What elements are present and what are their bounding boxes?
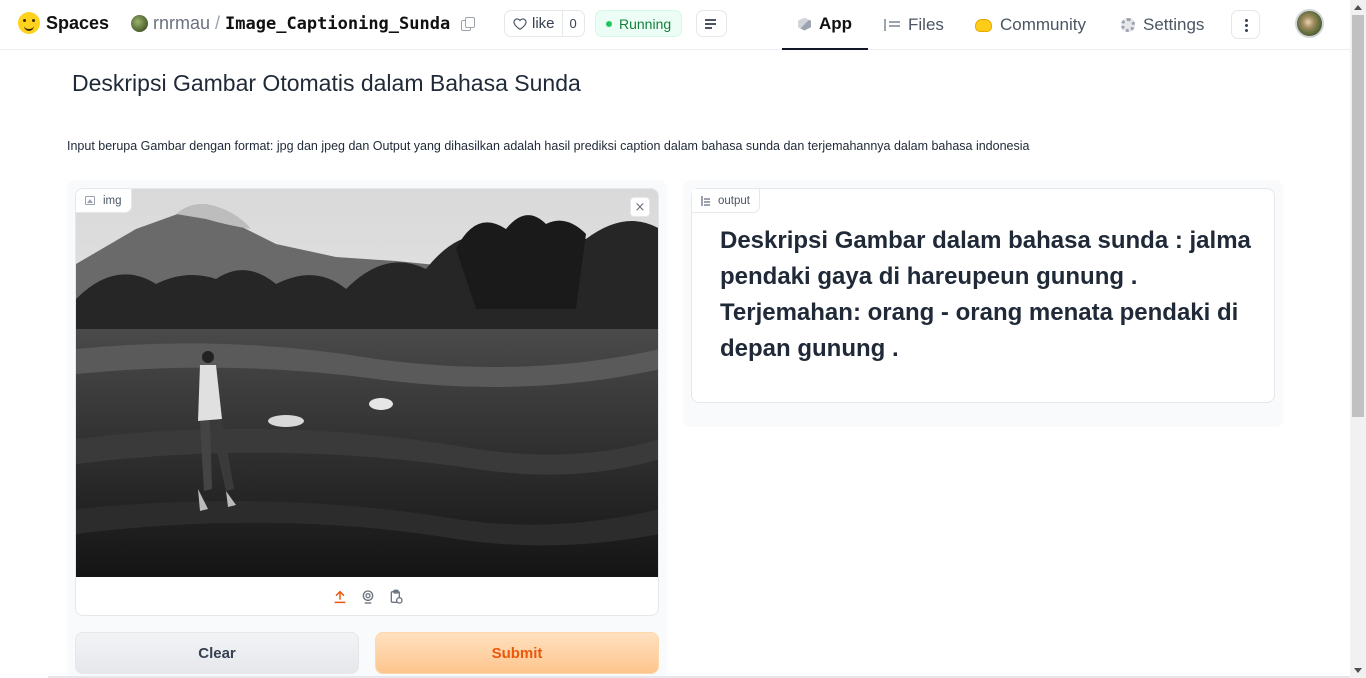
webcam-icon[interactable] <box>360 589 376 605</box>
cube-icon <box>797 17 811 31</box>
image-icon <box>85 196 95 205</box>
gear-icon <box>1121 18 1135 32</box>
status-dot-icon <box>606 20 612 27</box>
image-input[interactable]: img × <box>75 188 659 616</box>
status-text: Running <box>619 15 672 32</box>
repo-name-link[interactable]: Image_Captioning_Sunda <box>225 14 450 34</box>
tab-community-label: Community <box>1000 15 1086 34</box>
owner-avatar <box>131 15 148 32</box>
user-avatar[interactable] <box>1295 9 1324 38</box>
page-description: Input berupa Gambar dengan format: jpg d… <box>67 139 1030 153</box>
more-options-button[interactable] <box>1231 10 1260 39</box>
top-navbar: Spaces rnrmau / Image_Captioning_Sunda l… <box>0 0 1350 50</box>
text-icon <box>701 195 710 206</box>
brand-name: Spaces <box>46 12 110 33</box>
submit-button[interactable]: Submit <box>375 632 659 674</box>
spaces-logo-link[interactable]: Spaces <box>18 12 109 34</box>
tab-app-label: App <box>818 14 853 33</box>
repo-breadcrumb: rnrmau / Image_Captioning_Sunda <box>131 13 476 34</box>
like-count: 0 <box>561 11 584 36</box>
status-badge[interactable]: Running <box>595 10 683 37</box>
logs-button[interactable] <box>696 10 727 37</box>
tab-app[interactable]: App <box>782 0 868 50</box>
copy-icon[interactable] <box>461 16 476 31</box>
upload-icon[interactable] <box>332 589 348 605</box>
like-label: like <box>532 15 555 32</box>
tab-files[interactable]: Files <box>884 0 944 50</box>
page-title: Deskripsi Gambar Otomatis dalam Bahasa S… <box>72 70 581 96</box>
uploaded-image <box>76 189 658 577</box>
tab-files-label: Files <box>908 15 944 34</box>
output-panel: output Deskripsi Gambar dalam bahasa sun… <box>683 180 1283 427</box>
clear-button[interactable]: Clear <box>75 632 359 674</box>
clear-image-button[interactable]: × <box>630 197 650 217</box>
tab-settings-label: Settings <box>1143 15 1205 34</box>
huggingface-logo-icon <box>18 12 40 34</box>
like-button[interactable]: like 0 <box>504 10 585 37</box>
clipboard-icon[interactable] <box>388 589 404 605</box>
page-scrollbar[interactable] <box>1350 0 1366 678</box>
image-label-text: img <box>103 194 122 207</box>
heart-icon <box>513 17 527 30</box>
community-icon <box>975 18 992 32</box>
output-label: output <box>692 189 760 213</box>
breadcrumb-separator: / <box>215 13 221 33</box>
files-icon <box>884 19 900 31</box>
tab-community[interactable]: Community <box>975 0 1086 50</box>
image-source-toolbar <box>76 577 658 615</box>
owner-link[interactable]: rnrmau <box>153 13 210 34</box>
output-caption-text: Deskripsi Gambar dalam bahasa sunda : ja… <box>720 227 1251 362</box>
output-label-text: output <box>718 194 750 207</box>
scrollbar-thumb[interactable] <box>1352 15 1364 417</box>
scroll-up-arrow-icon[interactable] <box>1354 5 1362 10</box>
tab-settings[interactable]: Settings <box>1121 0 1204 50</box>
scroll-down-arrow-icon[interactable] <box>1354 668 1362 673</box>
image-input-label: img <box>76 189 132 213</box>
input-panel: img × Clear Submit <box>67 180 667 678</box>
output-textbox: output Deskripsi Gambar dalam bahasa sun… <box>691 188 1275 403</box>
